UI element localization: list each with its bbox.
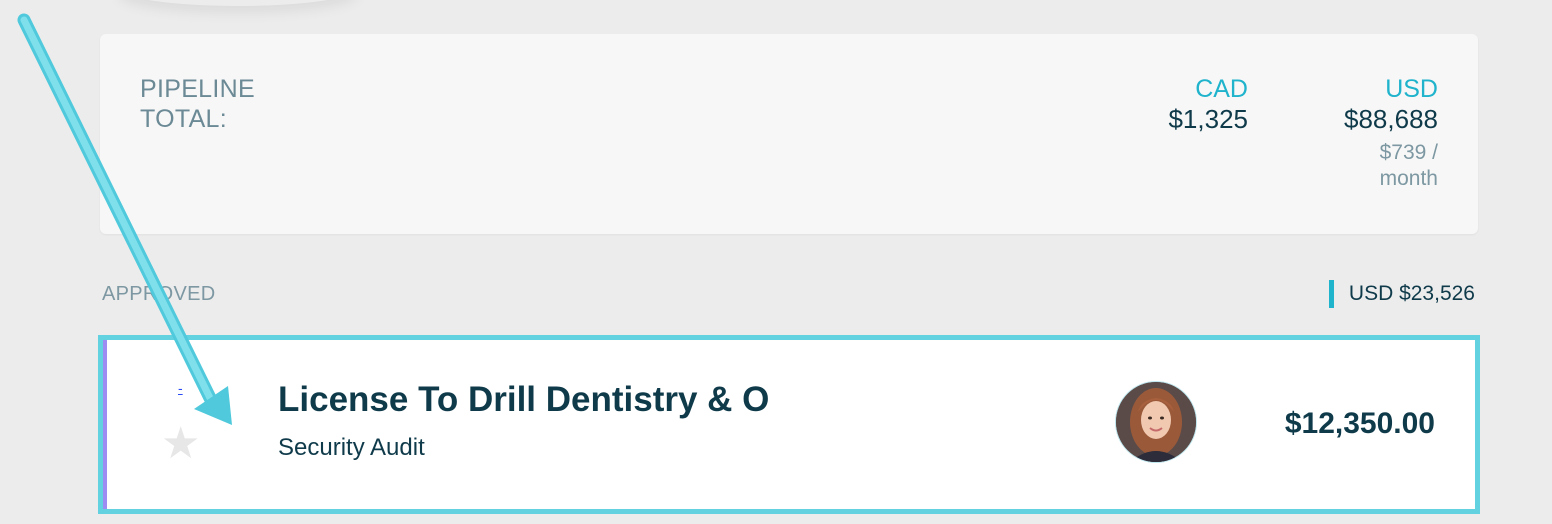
usd-currency-code: USD bbox=[1385, 75, 1438, 103]
deal-link[interactable]: - bbox=[178, 380, 183, 396]
cad-currency-code: CAD bbox=[1195, 75, 1248, 103]
cad-total: CAD $1,325 bbox=[1168, 74, 1248, 134]
section-total: USD $23,526 bbox=[1328, 280, 1475, 308]
usd-total: USD $88,688 $739 / month bbox=[1328, 74, 1438, 192]
pipeline-total-label: PIPELINE TOTAL: bbox=[140, 75, 255, 133]
avatar-portrait-image bbox=[1116, 382, 1196, 462]
deal-card[interactable]: - ★ License To Drill Dentistry & O Secur… bbox=[98, 335, 1480, 514]
cad-total-amount: $1,325 bbox=[1168, 104, 1248, 134]
deal-amount: $12,350.00 bbox=[1284, 407, 1435, 440]
top-element-shadow bbox=[118, 0, 358, 6]
section-title-approved: APPROVED bbox=[102, 283, 216, 305]
deal-status-strip bbox=[103, 340, 107, 509]
deal-title[interactable]: License To Drill Dentistry & O bbox=[278, 378, 791, 422]
section-total-bar bbox=[1328, 280, 1334, 308]
user-avatar[interactable] bbox=[1116, 382, 1196, 462]
deal-subtitle: Security Audit bbox=[278, 434, 425, 461]
pipeline-view: PIPELINE TOTAL: CAD $1,325 USD $88,688 $… bbox=[0, 0, 1552, 524]
usd-monthly-amount: $739 / month bbox=[1379, 141, 1438, 190]
star-icon[interactable]: ★ bbox=[161, 422, 200, 466]
section-total-amount: USD $23,526 bbox=[1348, 282, 1475, 305]
pipeline-total-card: PIPELINE TOTAL: CAD $1,325 USD $88,688 $… bbox=[100, 34, 1478, 234]
usd-total-amount: $88,688 bbox=[1344, 104, 1438, 134]
